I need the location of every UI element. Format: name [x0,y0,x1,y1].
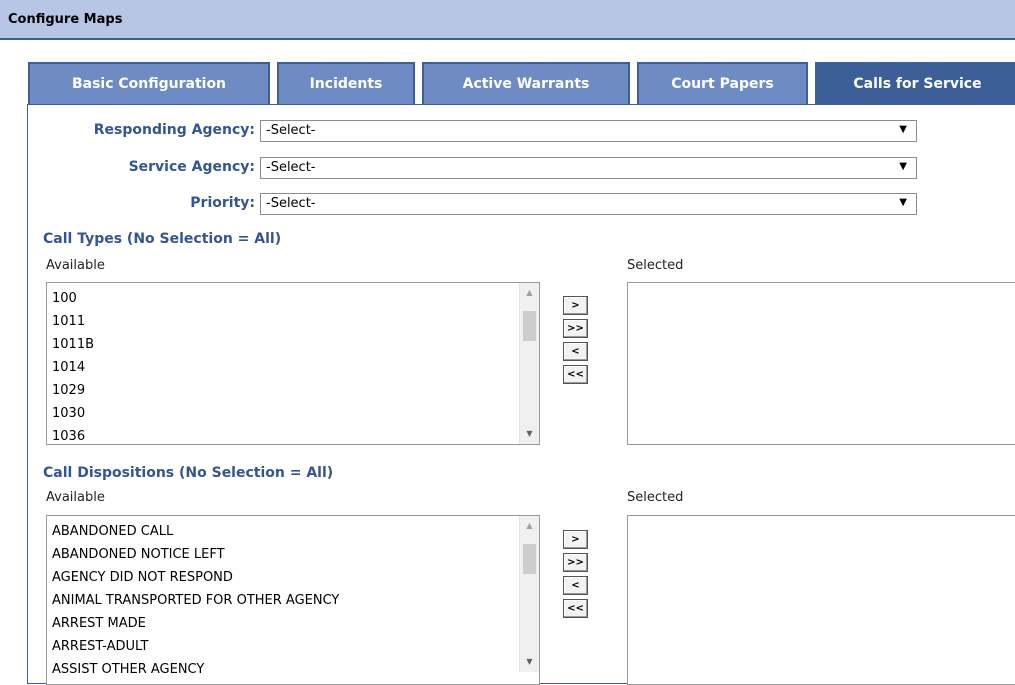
priority-label: Priority: [190,195,255,211]
scrollbar[interactable]: ▲ ▼ [519,516,539,672]
list-item[interactable]: ABANDONED CALL [52,520,339,543]
list-item[interactable]: ASSIST OTHER AGENCY [52,658,339,681]
list-item[interactable]: 1014 [52,356,94,379]
scroll-down-icon[interactable]: ▼ [520,654,539,670]
responding-agency-value: -Select- [266,123,316,138]
tab-active-warrants[interactable]: Active Warrants [422,62,630,104]
call-dispositions-add-all-button[interactable]: >> [563,553,588,572]
call-dispositions-remove-button[interactable]: < [563,576,588,595]
responding-agency-select[interactable]: -Select- ▼ [260,120,917,142]
scroll-up-icon[interactable]: ▲ [520,518,539,534]
list-item[interactable]: ARREST-ADULT [52,635,339,658]
scroll-down-icon[interactable]: ▼ [520,426,539,442]
scroll-thumb[interactable] [523,311,536,341]
dropdown-arrow-icon: ▼ [899,161,907,172]
tab-calls-for-service[interactable]: Calls for Service [815,62,1015,104]
service-agency-value: -Select- [266,160,316,175]
call-types-available-label: Available [46,258,105,273]
call-types-available-list[interactable]: 100 1011 1011B 1014 1029 1030 1036 ▲ ▼ [46,282,540,445]
dropdown-arrow-icon: ▼ [899,124,907,135]
page-title: Configure Maps [8,12,123,27]
call-dispositions-add-button[interactable]: > [563,530,588,549]
dropdown-arrow-icon: ▼ [899,197,907,208]
call-types-add-all-button[interactable]: >> [563,319,588,338]
call-types-title: Call Types (No Selection = All) [43,231,282,247]
list-item[interactable]: ARREST MADE [52,612,339,635]
service-agency-select[interactable]: -Select- ▼ [260,157,917,179]
call-dispositions-available-label: Available [46,490,105,505]
tab-basic-configuration[interactable]: Basic Configuration [28,62,270,104]
priority-value: -Select- [266,196,316,211]
service-agency-label: Service Agency: [128,159,255,175]
call-types-selected-label: Selected [627,258,684,273]
tab-incidents[interactable]: Incidents [277,62,415,104]
list-item[interactable]: 100 [52,287,94,310]
call-dispositions-items: ABANDONED CALL ABANDONED NOTICE LEFT AGE… [52,520,339,681]
call-types-add-button[interactable]: > [563,296,588,315]
scrollbar[interactable]: ▲ ▼ [519,283,539,444]
list-item[interactable]: ANIMAL TRANSPORTED FOR OTHER AGENCY [52,589,339,612]
call-dispositions-remove-all-button[interactable]: << [563,599,588,618]
call-dispositions-selected-label: Selected [627,490,684,505]
scroll-up-icon[interactable]: ▲ [520,285,539,301]
list-item[interactable]: 1011B [52,333,94,356]
list-item[interactable]: 1036 [52,425,94,444]
call-types-remove-all-button[interactable]: << [563,365,588,384]
list-item[interactable]: 1011 [52,310,94,333]
scroll-thumb[interactable] [523,544,536,574]
call-types-items: 100 1011 1011B 1014 1029 1030 1036 [52,287,94,444]
call-types-selected-list[interactable] [627,282,1015,445]
call-dispositions-title: Call Dispositions (No Selection = All) [43,465,334,481]
responding-agency-label: Responding Agency: [93,122,255,138]
list-item[interactable]: ABANDONED NOTICE LEFT [52,543,339,566]
tab-court-papers[interactable]: Court Papers [637,62,808,104]
call-dispositions-available-list[interactable]: ABANDONED CALL ABANDONED NOTICE LEFT AGE… [46,515,540,685]
call-types-remove-button[interactable]: < [563,342,588,361]
priority-select[interactable]: -Select- ▼ [260,193,917,215]
call-dispositions-selected-list[interactable] [627,515,1015,685]
page-header: Configure Maps [0,0,1015,40]
list-item[interactable]: AGENCY DID NOT RESPOND [52,566,339,589]
list-item[interactable]: 1029 [52,379,94,402]
list-item[interactable]: 1030 [52,402,94,425]
